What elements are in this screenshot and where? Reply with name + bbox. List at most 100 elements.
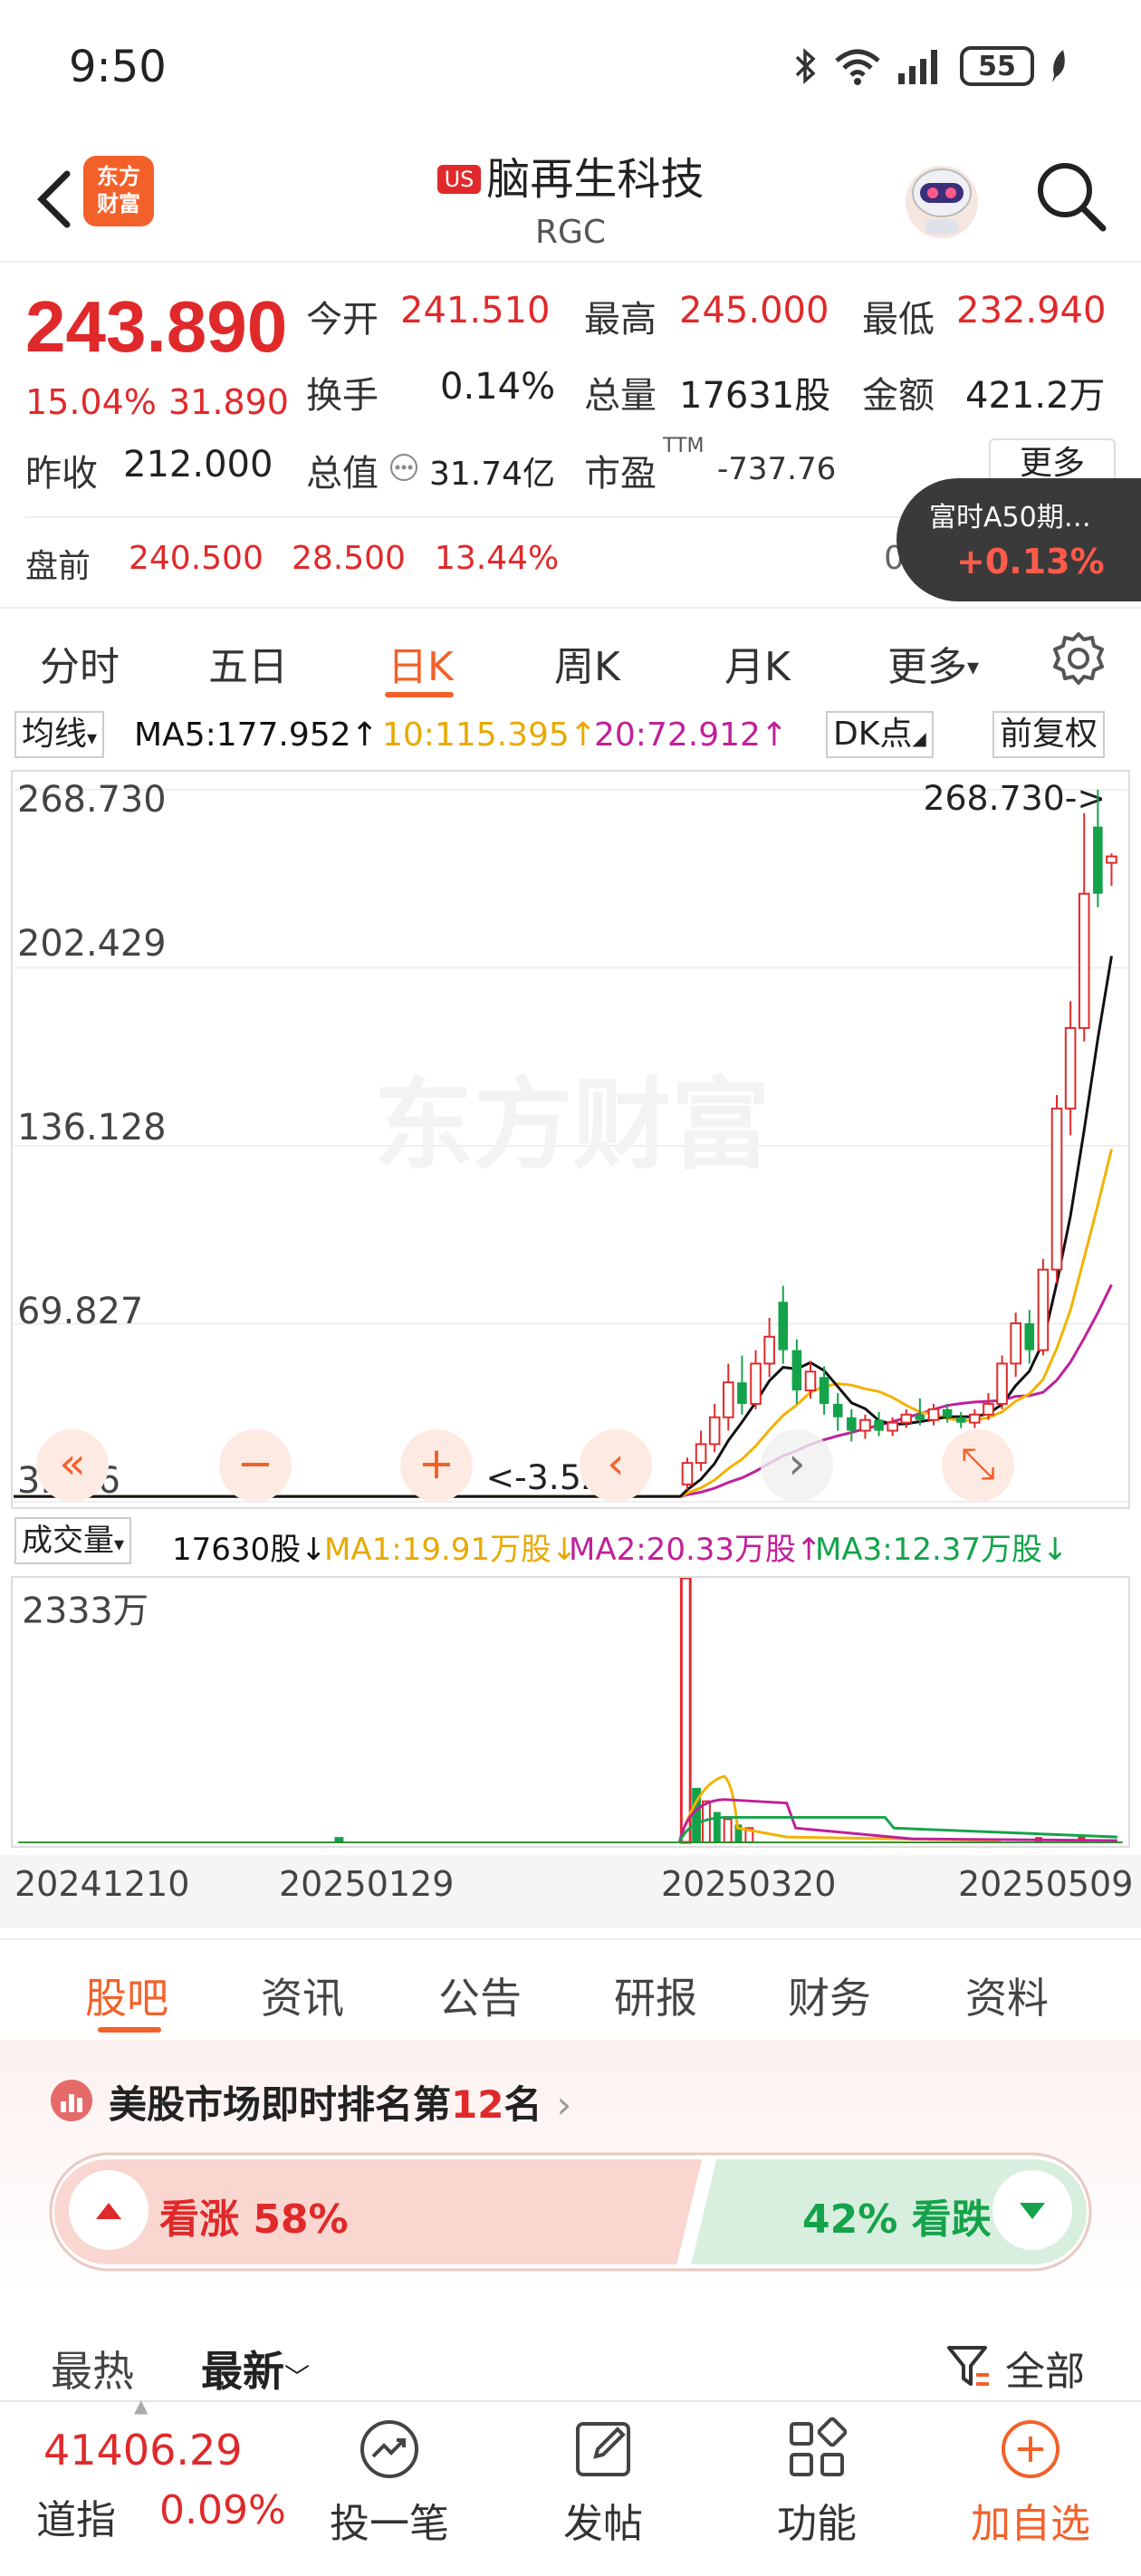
date-tick: 20250129: [279, 1864, 455, 1904]
nav-invest[interactable]: 投一笔: [299, 2413, 480, 2549]
prev-close-label: 昨收: [25, 453, 98, 495]
logo-text: 财富: [97, 191, 140, 216]
candle-body: [887, 1421, 898, 1432]
nav-functions[interactable]: 功能: [726, 2413, 907, 2549]
index-value[interactable]: 41406.29: [43, 2426, 243, 2475]
filter-icon[interactable]: [945, 2342, 992, 2389]
low-label: 最低: [862, 299, 935, 341]
tab-weekly-k[interactable]: 周K: [554, 634, 620, 692]
volume-chart[interactable]: 2333万: [11, 1576, 1130, 1848]
step-right-button[interactable]: ›: [761, 1429, 833, 1502]
ma10-value: 10:115.395↑: [382, 716, 597, 754]
info-dots-icon[interactable]: [389, 453, 418, 482]
tab-more[interactable]: 更多▾: [887, 634, 979, 692]
zoom-out-button[interactable]: −: [219, 1429, 292, 1502]
high-label: 最高: [584, 299, 657, 341]
nav-post[interactable]: 发帖: [513, 2413, 694, 2549]
search-icon[interactable]: [1032, 158, 1108, 234]
candle-body: [1037, 1268, 1050, 1351]
triangle-up-icon: [96, 2203, 121, 2219]
volume-selector[interactable]: 成交量▾: [14, 1517, 132, 1564]
high-value: 245.000: [679, 290, 829, 332]
candle-body: [737, 1382, 747, 1404]
open-value: 241.510: [400, 290, 551, 332]
gear-icon[interactable]: [1050, 630, 1107, 687]
prev-close-value: 212.000: [123, 444, 273, 485]
tab-more-label: 更多: [887, 644, 967, 690]
clock: 9:50: [69, 42, 167, 92]
date-tick: 20250509: [958, 1864, 1134, 1904]
mktcap-value: 31.74亿: [429, 456, 556, 493]
tab-daily-k[interactable]: 日K: [388, 634, 454, 692]
amount-value: 421.2万: [965, 375, 1106, 417]
active-tab-indicator: [98, 2027, 161, 2033]
dk-label: DK点: [833, 716, 913, 753]
tab-announcements[interactable]: 公告: [438, 1966, 522, 2025]
nav-add-watchlist-label: 加自选: [971, 2501, 1090, 2547]
candle-body: [819, 1377, 829, 1404]
candle-body: [763, 1335, 775, 1365]
volume-indicator-row: 成交量▾ 17630股↓ MA1:19.91万股↓ MA2:20.33万股↑ M…: [0, 1517, 1141, 1568]
signal-icon: [898, 50, 937, 84]
bull-label: 看涨 58%: [159, 2196, 349, 2243]
sort-hot[interactable]: 最热: [51, 2339, 134, 2398]
step-left-button[interactable]: ‹: [580, 1429, 652, 1502]
premarket-price: 240.500: [129, 540, 264, 577]
candle-body: [1010, 1322, 1021, 1365]
status-icons: 55: [791, 43, 1069, 89]
candle-body: [900, 1413, 913, 1424]
candle-body: [695, 1443, 707, 1465]
sort-latest[interactable]: 最新﹀: [201, 2339, 310, 2398]
candle-body: [791, 1350, 802, 1391]
index-name: 道指: [36, 2497, 116, 2543]
candle-body: [942, 1408, 953, 1418]
vol-ma3: MA3:12.37万股↓: [815, 1532, 1069, 1568]
ma-selector[interactable]: 均线▾: [14, 711, 105, 758]
filter-all[interactable]: 全部: [1005, 2339, 1085, 2397]
kline-chart[interactable]: 东方财富 268.730 202.429 136.128 69.827 3.52…: [11, 770, 1130, 1509]
premarket-pct: 13.44%: [435, 540, 560, 577]
back-arrow-icon[interactable]: [27, 163, 82, 235]
bluetooth-icon: [795, 48, 816, 84]
candle-body: [723, 1381, 734, 1418]
a50-futures-popup[interactable]: 富时A50期… +0.13%: [896, 478, 1141, 601]
dk-point-button[interactable]: DK点◢: [826, 711, 934, 758]
date-tick: 20250320: [661, 1864, 837, 1904]
eastmoney-logo[interactable]: 东方 财富: [83, 156, 154, 226]
candle-body: [847, 1417, 857, 1431]
candle-body: [983, 1402, 994, 1416]
bull-button[interactable]: [69, 2170, 149, 2250]
ma5-value: MA5:177.952↑: [134, 716, 379, 754]
sort-latest-label: 最新: [201, 2347, 284, 2396]
nav-add-watchlist[interactable]: 加自选: [940, 2413, 1121, 2549]
vol-ma1: MA1:19.91万股↓: [324, 1532, 578, 1568]
robot-assistant-icon[interactable]: [896, 152, 987, 243]
tab-profile[interactable]: 资料: [965, 1966, 1049, 2025]
leaf-icon: [1052, 50, 1065, 82]
stock-code: RGC: [534, 214, 607, 251]
ranking-chart-icon: [51, 2080, 92, 2121]
zoom-in-button[interactable]: +: [400, 1429, 473, 1502]
bottom-nav: ▲ 41406.29 道指 0.09% 投一笔 发帖 功能 加自选: [0, 2395, 1141, 2576]
tab-research[interactable]: 研报: [614, 1966, 697, 2025]
scroll-left-button[interactable]: «: [36, 1429, 109, 1502]
candle-body: [1078, 892, 1090, 1029]
adjust-selector[interactable]: 前复权: [992, 711, 1106, 758]
volume-label: 总量: [584, 375, 657, 417]
tab-monthly-k[interactable]: 月K: [724, 634, 791, 692]
bear-button[interactable]: [992, 2170, 1072, 2250]
tab-guba[interactable]: 股吧: [85, 1966, 168, 2025]
tab-news[interactable]: 资讯: [261, 1966, 344, 2025]
tab-financials[interactable]: 财务: [788, 1966, 871, 2025]
vol-ma2: MA2:20.33万股↑: [569, 1532, 822, 1568]
change-pct: 15.04%: [25, 382, 157, 422]
ranking-text[interactable]: 美股市场即时排名第12名 ›: [109, 2074, 571, 2129]
candle-body: [832, 1403, 843, 1418]
tab-five-day[interactable]: 五日: [208, 634, 288, 692]
ma20-value: 20:72.912↑: [594, 716, 789, 754]
stock-name: 脑再生科技: [486, 154, 705, 205]
pe-value: -737.76: [717, 451, 837, 487]
fullscreen-button[interactable]: ⤡: [942, 1429, 1014, 1502]
tab-intraday[interactable]: 分时: [40, 634, 120, 692]
battery-icon: 55: [960, 46, 1034, 86]
